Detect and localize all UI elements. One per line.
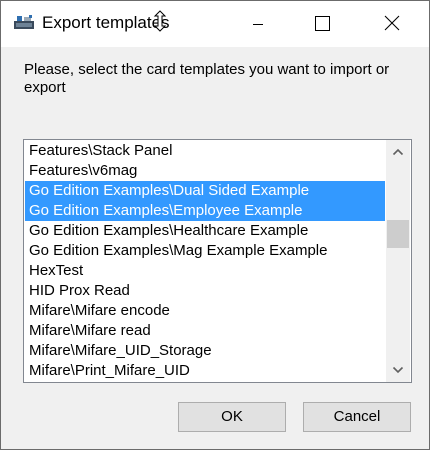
resize-cursor-icon bbox=[151, 10, 169, 32]
list-item[interactable]: Go Edition Examples\Healthcare Example bbox=[25, 221, 385, 241]
list-item[interactable]: Mifare\Print_Mifare_UID bbox=[25, 361, 385, 381]
list-item[interactable]: Go Edition Examples\Mag Example Example bbox=[25, 241, 385, 261]
chevron-down-icon bbox=[392, 366, 404, 374]
list-item[interactable]: HID Prox Read bbox=[25, 281, 385, 301]
list-item[interactable]: Features\Stack Panel bbox=[25, 141, 385, 161]
list-item[interactable]: Go Edition Examples\Dual Sided Example bbox=[25, 181, 385, 201]
minimize-button[interactable] bbox=[235, 1, 281, 47]
list-item[interactable]: HexTest bbox=[25, 261, 385, 281]
close-icon bbox=[384, 15, 400, 31]
close-button[interactable] bbox=[369, 1, 415, 47]
list-item[interactable]: Mifare\Mifare_UID_Storage bbox=[25, 341, 385, 361]
vertical-scrollbar[interactable] bbox=[386, 140, 410, 382]
templates-listbox[interactable]: Features\Stack Panel Features\v6mag Go E… bbox=[23, 139, 412, 383]
scroll-down-button[interactable] bbox=[386, 358, 410, 382]
list-item[interactable]: Mifare\Mifare read bbox=[25, 321, 385, 341]
maximize-button[interactable] bbox=[299, 1, 345, 47]
title-bar[interactable]: Export templates bbox=[1, 1, 429, 47]
list-item[interactable]: Mifare\Mifare encode bbox=[25, 301, 385, 321]
app-card-printer-icon bbox=[13, 14, 35, 30]
templates-list[interactable]: Features\Stack Panel Features\v6mag Go E… bbox=[25, 141, 385, 381]
cancel-button[interactable]: Cancel bbox=[303, 402, 411, 432]
scrollbar-thumb[interactable] bbox=[387, 220, 409, 248]
chevron-up-icon bbox=[392, 148, 404, 156]
export-templates-dialog: Export templates Please, select the card… bbox=[0, 0, 430, 450]
list-item[interactable]: Go Edition Examples\Employee Example bbox=[25, 201, 385, 221]
minimize-icon bbox=[253, 24, 263, 25]
instruction-text: Please, select the card templates you wa… bbox=[24, 61, 390, 96]
maximize-icon bbox=[315, 16, 330, 31]
list-item[interactable]: Features\v6mag bbox=[25, 161, 385, 181]
scroll-up-button[interactable] bbox=[386, 140, 410, 164]
ok-button[interactable]: OK bbox=[178, 402, 286, 432]
